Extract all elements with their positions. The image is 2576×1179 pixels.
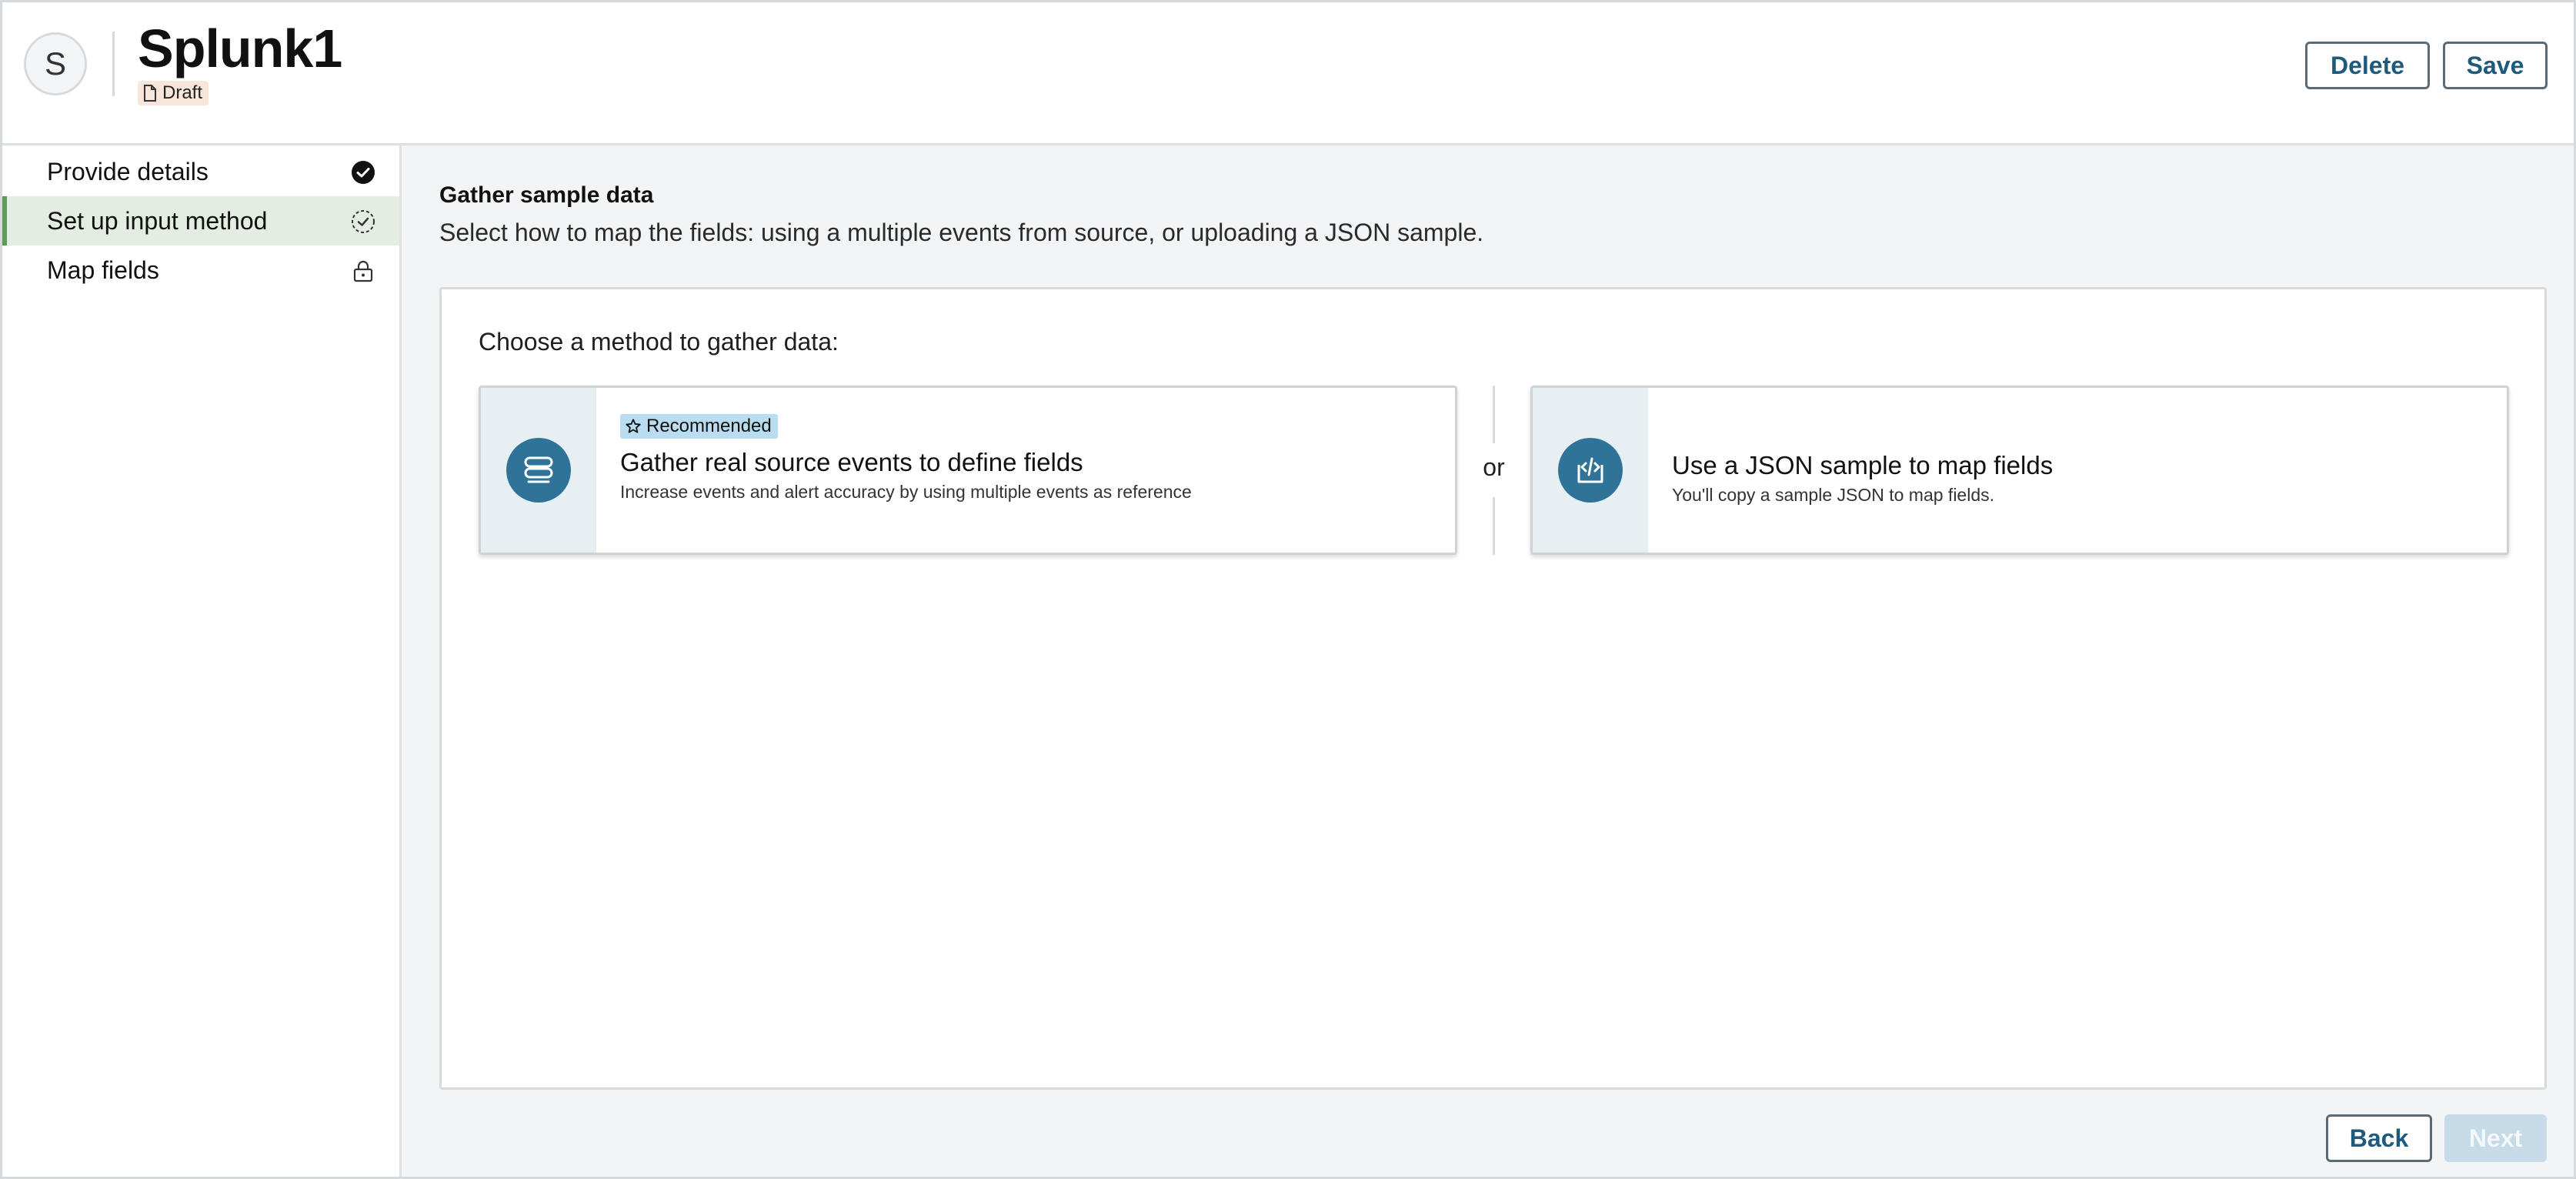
separator-text: or bbox=[1483, 453, 1505, 481]
or-separator: or bbox=[1457, 386, 1530, 555]
method-panel: Choose a method to gather data: Recommen… bbox=[439, 287, 2547, 1090]
events-stack-icon bbox=[506, 438, 571, 503]
page-header: S Splunk1 Draft Delete Save bbox=[2, 2, 2574, 145]
sidebar-item-map-fields[interactable]: Map fields bbox=[2, 245, 399, 295]
card-body: Use a JSON sample to map fields You'll c… bbox=[1672, 451, 2491, 506]
delete-button[interactable]: Delete bbox=[2305, 42, 2430, 89]
recommended-badge-label: Recommended bbox=[646, 416, 772, 436]
steps-sidebar: Provide details Set up input method Map … bbox=[2, 145, 402, 1177]
section-title: Gather sample data bbox=[439, 182, 654, 208]
separator-line bbox=[1493, 386, 1495, 443]
card-body: Recommended Gather real source events to… bbox=[620, 414, 1440, 503]
main-content: Gather sample data Select how to map the… bbox=[402, 145, 2574, 1177]
option-title: Use a JSON sample to map fields bbox=[1672, 451, 2054, 479]
page-title: Splunk1 bbox=[138, 18, 342, 78]
separator-line bbox=[1493, 497, 1495, 555]
option-subtitle: Increase events and alert accuracy by us… bbox=[620, 482, 1192, 502]
document-icon bbox=[144, 85, 156, 102]
back-button[interactable]: Back bbox=[2326, 1114, 2432, 1162]
json-sample-option-card[interactable]: Use a JSON sample to map fields You'll c… bbox=[1530, 386, 2509, 555]
gather-events-option-card[interactable]: Recommended Gather real source events to… bbox=[479, 386, 1457, 555]
avatar: S bbox=[24, 32, 87, 95]
recommended-badge: Recommended bbox=[620, 414, 778, 439]
status-badge: Draft bbox=[138, 81, 209, 105]
sidebar-item-label: Provide details bbox=[47, 157, 209, 185]
lock-icon bbox=[350, 258, 376, 284]
option-title: Gather real source events to define fiel… bbox=[620, 448, 1083, 476]
sidebar-item-provide-details[interactable]: Provide details bbox=[2, 147, 399, 196]
header-divider bbox=[112, 32, 115, 96]
sidebar-item-label: Set up input method bbox=[47, 206, 268, 235]
star-icon bbox=[626, 419, 641, 433]
progress-check-icon bbox=[350, 209, 376, 235]
code-upload-icon bbox=[1558, 438, 1623, 503]
save-button[interactable]: Save bbox=[2443, 42, 2548, 89]
panel-heading: Choose a method to gather data: bbox=[479, 328, 839, 356]
option-subtitle: You'll copy a sample JSON to map fields. bbox=[1672, 485, 1995, 505]
app-window: S Splunk1 Draft Delete Save Provide deta… bbox=[0, 0, 2576, 1179]
check-circle-icon bbox=[350, 159, 376, 185]
sidebar-item-label: Map fields bbox=[47, 256, 159, 284]
status-badge-label: Draft bbox=[162, 82, 203, 103]
next-button[interactable]: Next bbox=[2444, 1114, 2547, 1162]
sidebar-item-set-up-input-method[interactable]: Set up input method bbox=[2, 196, 399, 245]
section-description: Select how to map the fields: using a mu… bbox=[439, 219, 1484, 246]
